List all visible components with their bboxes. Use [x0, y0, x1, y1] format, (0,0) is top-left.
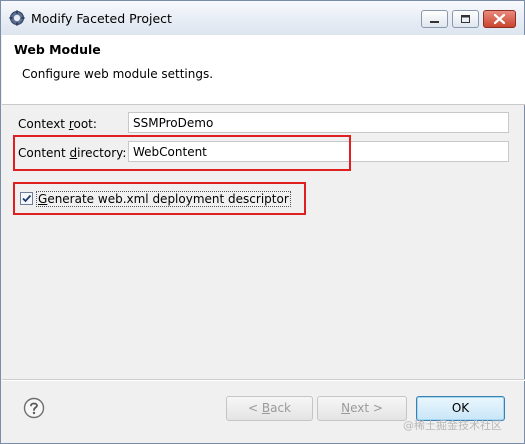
minimize-icon — [430, 21, 439, 23]
close-button[interactable] — [483, 10, 516, 28]
context-root-input[interactable] — [128, 112, 509, 133]
close-icon — [493, 13, 506, 25]
next-button-rest: ext > — [350, 401, 383, 415]
generate-web-xml-label-mnemonic: G — [38, 192, 48, 206]
content-directory-label: Content directory: — [18, 146, 126, 160]
minimize-button[interactable] — [421, 10, 448, 28]
window-title: Modify Faceted Project — [31, 11, 172, 26]
context-root-label-part: Context — [18, 117, 69, 131]
back-button-mnemonic: B — [261, 401, 271, 415]
maximize-button[interactable] — [452, 10, 479, 28]
generate-web-xml-label[interactable]: Generate web.xml deployment descriptor — [36, 191, 291, 207]
context-root-label-part: oot: — [73, 117, 97, 131]
content-directory-label-part: Content — [18, 146, 70, 160]
next-button-mnemonic: N — [341, 401, 351, 415]
generate-web-xml-label-part: enerate web.xml deployment descriptor — [47, 192, 289, 206]
back-button-rest: ack — [270, 401, 291, 415]
maximize-icon — [461, 15, 470, 23]
checkmark-icon — [22, 194, 32, 203]
watermark-text: @稀土掘金技术社区 — [403, 419, 502, 432]
context-root-label: Context root: — [18, 117, 97, 131]
page-description: Configure web module settings. — [22, 67, 214, 81]
header-panel: Web Module Configure web module settings… — [2, 35, 525, 105]
next-button[interactable]: Next > — [317, 396, 407, 421]
eclipse-gear-icon — [9, 10, 25, 26]
content-directory-input[interactable] — [128, 141, 509, 162]
title-bar[interactable]: Modify Faceted Project — [1, 1, 524, 35]
back-button[interactable]: < Back — [226, 396, 313, 421]
back-button-prefix: < — [247, 401, 262, 415]
footer-separator — [2, 379, 525, 381]
help-icon[interactable] — [23, 397, 45, 419]
generate-web-xml-checkbox[interactable] — [20, 192, 33, 205]
dialog-window: Modify Faceted Project Web Module Config… — [0, 0, 525, 444]
content-directory-label-part: irectory: — [77, 146, 127, 160]
page-title: Web Module — [14, 42, 101, 57]
